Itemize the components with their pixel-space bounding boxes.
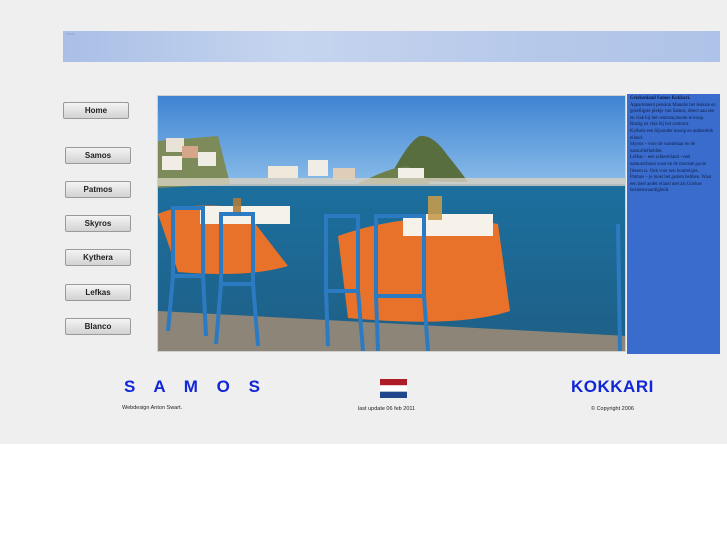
copyright-text: © Copyright 2006 xyxy=(591,406,634,412)
webdesign-credit: Webdesign Anton Swart. xyxy=(122,405,183,411)
dutch-flag-icon[interactable] xyxy=(380,379,407,398)
kokkari-title: KOKKARI xyxy=(571,377,654,396)
info-paragraph: Lefkas – een schiereiland –veel natuursc… xyxy=(630,155,707,174)
info-panel: Griekenland Samos Kokkari. Appartement p… xyxy=(627,94,720,354)
nav-button-skyros[interactable]: Skyros xyxy=(65,215,131,232)
nav-button-lefkas[interactable]: Lefkas xyxy=(65,284,131,301)
header-banner: ~~~ xyxy=(63,31,720,62)
info-paragraph: Appartement pension Manolis het leukste … xyxy=(630,102,716,128)
nav-button-samos[interactable]: Samos xyxy=(65,147,131,164)
samos-title: S A M O S xyxy=(124,377,267,396)
nav-button-home[interactable]: Home xyxy=(63,102,129,119)
hero-photo xyxy=(157,95,626,352)
last-update-text: last update 06 feb 2011 xyxy=(358,406,416,412)
info-paragraph: Skyros – voor de wandelaar en de natuurl… xyxy=(630,142,696,154)
nav-button-patmos[interactable]: Patmos xyxy=(65,181,131,198)
nav-button-blanco[interactable]: Blanco xyxy=(65,318,131,335)
info-paragraph: Griekenland Samos Kokkari. xyxy=(630,96,691,101)
info-paragraph: Patmos – je moet het gezien hebben. Waar… xyxy=(630,175,712,194)
info-paragraph: Kythera een bijzonder mooig en authentie… xyxy=(630,128,713,141)
banner-watermark: ~~~ xyxy=(66,32,75,38)
nav-button-kythera[interactable]: Kythera xyxy=(65,249,131,266)
